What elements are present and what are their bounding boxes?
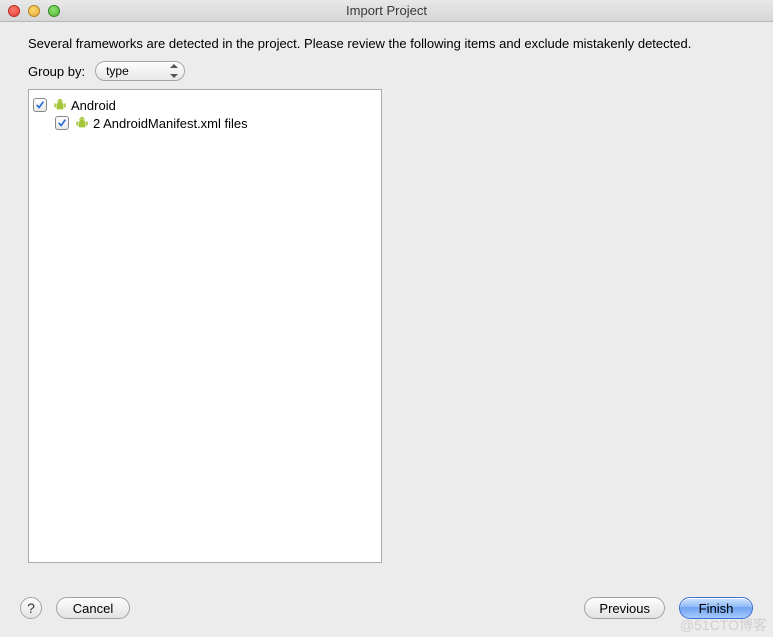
zoom-window-icon[interactable] <box>48 5 60 17</box>
check-icon <box>35 100 45 110</box>
tree-item-android[interactable]: Android <box>33 96 377 114</box>
dialog-content: Several frameworks are detected in the p… <box>0 22 773 563</box>
android-icon <box>53 98 67 112</box>
checkbox[interactable] <box>33 98 47 112</box>
minimize-window-icon[interactable] <box>28 5 40 17</box>
check-icon <box>57 118 67 128</box>
group-by-select-wrap: type <box>95 61 185 81</box>
instruction-text: Several frameworks are detected in the p… <box>28 36 745 51</box>
watermark: @51CTO博客 <box>680 615 767 635</box>
window-title: Import Project <box>0 3 773 18</box>
checkbox[interactable] <box>55 116 69 130</box>
help-button[interactable]: ? <box>20 597 42 619</box>
android-icon <box>75 116 89 130</box>
button-bar: ? Cancel Previous Finish <box>20 597 753 619</box>
group-by-select[interactable]: type <box>95 61 185 81</box>
tree-item-manifest[interactable]: 2 AndroidManifest.xml files <box>33 114 377 132</box>
titlebar: Import Project <box>0 0 773 22</box>
tree-item-label: 2 AndroidManifest.xml files <box>93 116 248 131</box>
close-window-icon[interactable] <box>8 5 20 17</box>
tree-item-label: Android <box>71 98 116 113</box>
traffic-lights <box>0 5 60 17</box>
group-by-label: Group by: <box>28 64 85 79</box>
previous-button[interactable]: Previous <box>584 597 665 619</box>
group-by-row: Group by: type <box>28 61 745 81</box>
cancel-button[interactable]: Cancel <box>56 597 130 619</box>
framework-tree[interactable]: Android 2 AndroidManifest.xml files <box>28 89 382 563</box>
